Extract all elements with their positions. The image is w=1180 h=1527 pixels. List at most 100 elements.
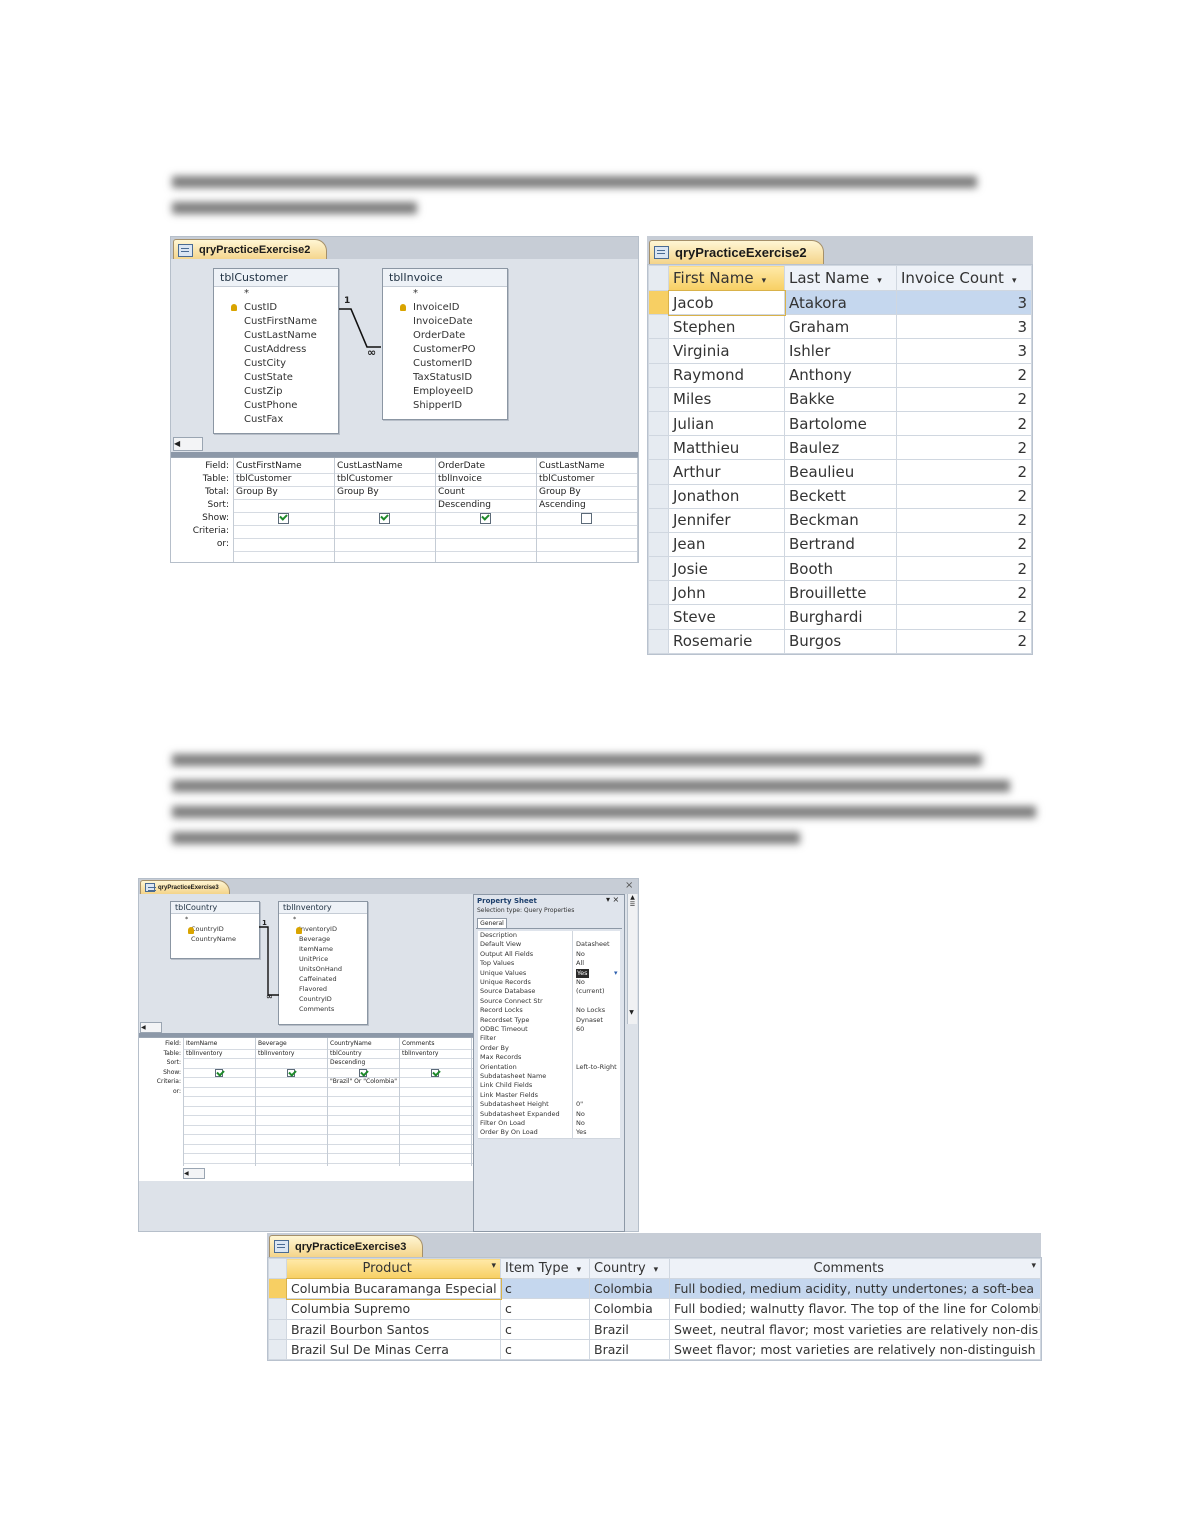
field-list-item[interactable]: CustomerPO [383, 343, 507, 357]
field-list-item[interactable]: * [171, 914, 259, 924]
cell-invoice-count[interactable]: 2 [896, 507, 1032, 533]
sort-dropdown-icon[interactable]: ▾ [762, 276, 767, 286]
cell-first-name[interactable]: Raymond [668, 362, 785, 388]
record-selector[interactable] [648, 604, 669, 630]
field-list-item[interactable]: ItemName [279, 944, 367, 954]
record-selector[interactable] [648, 435, 669, 461]
cell-first-name[interactable]: Jacob [667, 289, 786, 316]
property-value[interactable]: Yes [576, 968, 589, 978]
cell-invoice-count[interactable]: 2 [896, 604, 1032, 630]
cell-invoice-count[interactable]: 2 [896, 531, 1032, 558]
table-row[interactable]: Brazil Sul De Minas Cerra c Brazil Sweet fl… [268, 1338, 1041, 1361]
cell-first-name[interactable]: Jean [668, 531, 785, 558]
cell-invoice-count[interactable]: 2 [896, 435, 1032, 461]
field-list-tblcustomer[interactable]: tblCustomer * CustID CustFirstName CustLast… [213, 268, 339, 434]
primary-key-field[interactable]: InventoryID [279, 924, 367, 934]
cell-first-name[interactable]: Matthieu [668, 435, 785, 461]
field-list-item[interactable]: CountryID [279, 994, 367, 1004]
cell-product[interactable]: Columbia Supremo [286, 1298, 501, 1320]
cell-invoice-count[interactable]: 2 [896, 580, 1032, 606]
record-selector[interactable] [648, 289, 669, 316]
grid-cell-table[interactable]: tblInventory [402, 1050, 469, 1057]
field-list-item[interactable]: CustLastName [214, 329, 338, 343]
cell-first-name[interactable]: Virginia [668, 338, 785, 364]
grid-cell-table[interactable]: tblInvoice [438, 474, 533, 484]
cell-last-name[interactable]: Ishler [784, 338, 897, 364]
property-value[interactable]: Datasheet [576, 940, 610, 949]
cell-product[interactable]: Brazil Sul De Minas Cerra [286, 1338, 501, 1361]
sort-dropdown-icon[interactable]: ▾ [654, 1265, 659, 1275]
cell-last-name[interactable]: Booth [784, 556, 897, 582]
property-value[interactable]: All [576, 959, 584, 968]
cell-last-name[interactable]: Burgos [784, 628, 897, 654]
field-list-item[interactable]: CustState [214, 371, 338, 385]
table-row[interactable]: Arthur Beaulieu 2 [648, 459, 1032, 485]
grid-scrollbar[interactable]: ◀ [183, 1168, 205, 1179]
grid-cell-table[interactable]: tblCountry [330, 1050, 397, 1057]
cell-item-type[interactable]: c [500, 1318, 590, 1340]
tab-datasheet[interactable]: qryPracticeExercise2 [649, 240, 824, 264]
cell-last-name[interactable]: Burghardi [784, 604, 897, 630]
cell-item-type[interactable]: c [500, 1338, 590, 1361]
grid-cell-sort[interactable]: Descending [330, 1059, 397, 1066]
record-selector[interactable] [268, 1277, 287, 1300]
tab-query-design[interactable]: qryPracticeExercise2 [173, 239, 328, 260]
cell-last-name[interactable]: Baulez [784, 435, 897, 461]
table-row[interactable]: John Brouillette 2 [648, 580, 1032, 606]
cell-last-name[interactable]: Graham [784, 314, 897, 340]
property-value[interactable]: No [576, 1119, 585, 1128]
vertical-scrollbar[interactable]: ▲ ☰ [627, 894, 637, 1024]
scroll-down-icon[interactable]: ▼ [627, 1009, 636, 1016]
cell-last-name[interactable]: Bartolome [784, 410, 897, 437]
field-list-item[interactable]: ShipperID [383, 399, 507, 413]
cell-invoice-count[interactable]: 2 [896, 410, 1032, 437]
property-value[interactable]: No Locks [576, 1006, 605, 1015]
record-selector[interactable] [648, 628, 669, 654]
record-selector[interactable] [268, 1298, 287, 1320]
cell-invoice-count[interactable]: 2 [896, 628, 1032, 654]
field-list-item[interactable]: Beverage [279, 934, 367, 944]
table-row[interactable]: Julian Bartolome 2 [648, 410, 1032, 437]
column-header[interactable]: Last Name ▾ [784, 265, 897, 291]
column-header[interactable]: Invoice Count ▾ [896, 265, 1032, 291]
cell-product[interactable]: Columbia Bucaramanga Especial [285, 1277, 502, 1300]
record-selector[interactable] [648, 338, 669, 364]
field-list-item[interactable]: CustPhone [214, 399, 338, 413]
cell-last-name[interactable]: Atakora [784, 289, 897, 316]
cell-country[interactable]: Brazil [589, 1338, 670, 1361]
grid-cell-table[interactable]: tblInventory [258, 1050, 325, 1057]
cell-invoice-count[interactable]: 2 [896, 556, 1032, 582]
field-list-item[interactable]: Comments [279, 1004, 367, 1014]
cell-last-name[interactable]: Brouillette [784, 580, 897, 606]
horizontal-scrollbar[interactable]: ◀ [140, 1022, 162, 1033]
sort-dropdown-icon[interactable]: ▾ [577, 1265, 582, 1275]
record-selector[interactable] [648, 580, 669, 606]
grid-cell-field[interactable]: Comments [402, 1040, 469, 1047]
table-row[interactable]: Columbia Bucaramanga Especial c Colombia Fu… [268, 1277, 1041, 1300]
table-row[interactable]: Brazil Bourbon Santos c Brazil Sweet, neutr… [268, 1318, 1041, 1340]
cell-first-name[interactable]: Julian [668, 410, 785, 437]
cell-country[interactable]: Colombia [589, 1298, 670, 1320]
field-list-tblinvoice[interactable]: tblInvoice * InvoiceID InvoiceDate OrderDat… [382, 268, 508, 420]
field-list-item[interactable]: * [279, 914, 367, 924]
cell-item-type[interactable]: c [500, 1277, 590, 1300]
grid-cell-field[interactable]: CustLastName [539, 461, 634, 471]
grid-cell-field[interactable]: Beverage [258, 1040, 325, 1047]
field-list-item[interactable]: CustFirstName [214, 315, 338, 329]
primary-key-field[interactable]: InvoiceID [383, 301, 507, 315]
horizontal-scrollbar[interactable]: ◀ [173, 437, 203, 451]
grid-cell-sort[interactable]: Ascending [539, 500, 634, 510]
record-selector[interactable] [648, 386, 669, 412]
property-value[interactable]: No [576, 1110, 585, 1119]
cell-country[interactable]: Colombia [589, 1277, 670, 1300]
field-list-item[interactable]: * [383, 287, 507, 301]
cell-last-name[interactable]: Anthony [784, 362, 897, 388]
cell-invoice-count[interactable]: 2 [896, 386, 1032, 412]
grid-cell-field[interactable]: CountryName [330, 1040, 397, 1047]
property-value[interactable]: Dynaset [576, 1016, 603, 1025]
record-selector[interactable] [648, 483, 669, 509]
record-selector[interactable] [648, 556, 669, 582]
cell-first-name[interactable]: Josie [668, 556, 785, 582]
show-checkbox[interactable] [431, 1068, 439, 1077]
cell-first-name[interactable]: Jennifer [668, 507, 785, 533]
